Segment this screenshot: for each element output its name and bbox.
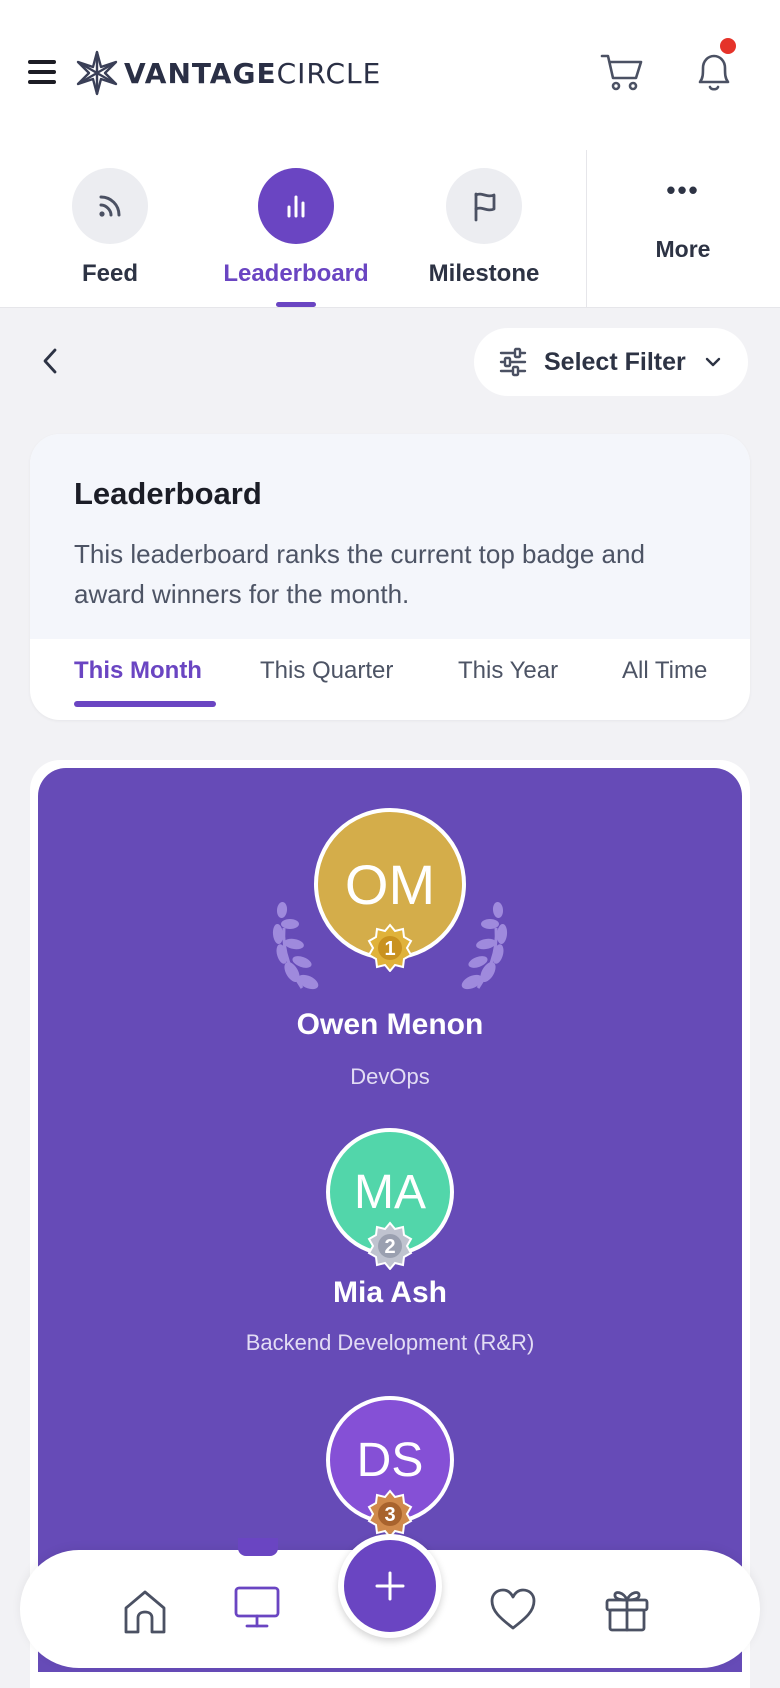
tab-this-month[interactable]: This Month <box>74 657 202 685</box>
add-button[interactable] <box>338 1534 442 1638</box>
leaderboard-intro: Leaderboard This leaderboard ranks the c… <box>30 434 750 639</box>
active-tab-indicator <box>74 701 216 707</box>
period-tabs: This Month This Quarter This Year All Ti… <box>30 639 750 720</box>
leaderboard-info-card: Leaderboard This leaderboard ranks the c… <box>30 434 750 720</box>
app-header: VANTAGECIRCLE <box>0 0 780 150</box>
nav-label-leaderboard: Leaderboard <box>223 260 369 287</box>
rss-icon <box>72 168 148 244</box>
select-filter-label: Select Filter <box>544 347 686 376</box>
menu-icon[interactable] <box>28 60 56 84</box>
nav-item-feed[interactable]: Feed <box>30 168 190 288</box>
active-bottom-nav-indicator <box>238 1538 278 1556</box>
leaderboard-description: This leaderboard ranks the current top b… <box>74 539 645 609</box>
filter-sliders-icon <box>499 347 527 377</box>
nav-item-more[interactable]: ••• More <box>600 175 766 263</box>
vantage-circle-logo[interactable]: VANTAGECIRCLE <box>72 48 381 98</box>
gift-icon[interactable] <box>602 1584 652 1634</box>
monitor-icon[interactable] <box>232 1582 282 1632</box>
nav-item-milestone[interactable]: Milestone <box>404 168 564 288</box>
add-icon <box>375 1571 405 1601</box>
rank-3-number: 3 <box>384 1504 395 1526</box>
rank-1-badge-icon: 1 <box>367 923 413 972</box>
logo-text: VANTAGECIRCLE <box>124 56 382 90</box>
winner-1-initials: OM <box>344 852 436 916</box>
bar-chart-icon <box>258 168 334 244</box>
select-filter-button[interactable]: Select Filter <box>474 328 748 396</box>
rank-3-badge-icon: 3 <box>367 1489 413 1538</box>
back-arrow-icon[interactable] <box>38 346 62 376</box>
rank-1-number: 1 <box>384 938 395 960</box>
winner-1-team: DevOps <box>350 1064 430 1089</box>
active-nav-indicator <box>276 302 316 307</box>
nav-label-milestone: Milestone <box>428 260 540 287</box>
winner-2-initials: MA <box>354 1165 426 1219</box>
heart-icon[interactable] <box>488 1584 538 1634</box>
rank-2-number: 2 <box>384 1236 395 1258</box>
tab-all-time[interactable]: All Time <box>622 657 707 685</box>
winner-2-team: Backend Development (R&R) <box>245 1330 535 1355</box>
winner-3-initials: DS <box>356 1433 424 1487</box>
flag-icon <box>446 168 522 244</box>
nav-label-more: More <box>655 236 711 262</box>
logo-mark-icon <box>76 50 118 96</box>
notification-dot <box>720 38 736 54</box>
rank-2-badge-icon: 2 <box>367 1221 413 1270</box>
nav-label-feed: Feed <box>81 260 138 287</box>
tab-this-quarter[interactable]: This Quarter <box>260 657 393 685</box>
nav-divider <box>586 150 587 308</box>
more-dots-icon: ••• <box>666 175 700 205</box>
winner-2-name[interactable]: Mia Ash <box>38 1276 742 1310</box>
tab-this-year[interactable]: This Year <box>458 657 558 685</box>
winner-1-name[interactable]: Owen Menon <box>38 1008 742 1042</box>
top-navigation: Feed Leaderboard Milestone ••• More <box>0 150 780 308</box>
home-icon[interactable] <box>120 1586 170 1636</box>
cart-icon[interactable] <box>600 52 644 92</box>
chevron-down-icon <box>705 357 720 367</box>
nav-item-leaderboard[interactable]: Leaderboard <box>216 168 376 288</box>
notification-bell-icon[interactable] <box>692 48 736 94</box>
leaderboard-title: Leaderboard <box>74 476 262 511</box>
